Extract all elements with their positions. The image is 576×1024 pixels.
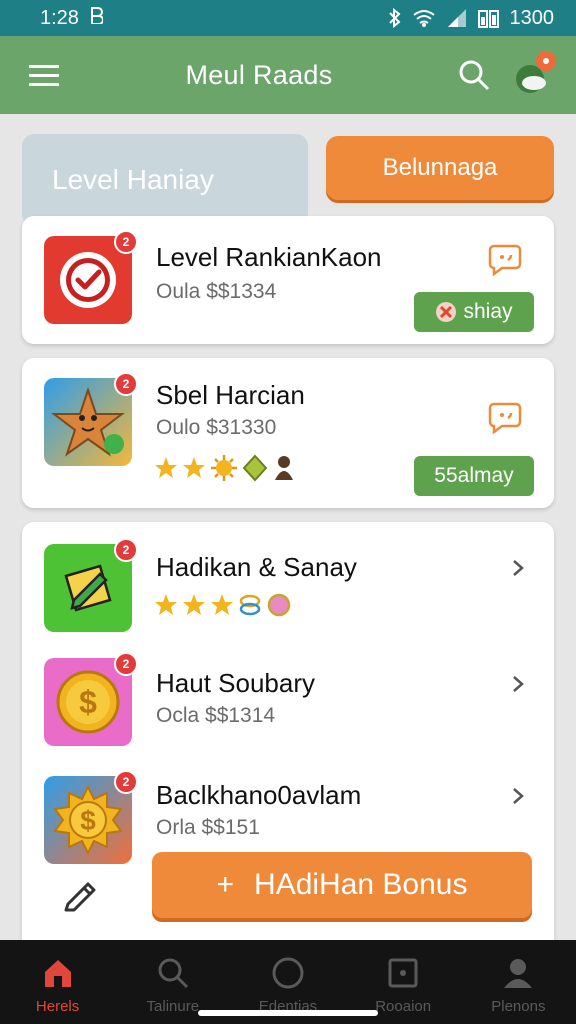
card-subtitle: Oulo $31330 — [156, 416, 277, 439]
claim-label: shiay — [463, 300, 513, 323]
count-badge: 2 — [114, 230, 138, 254]
rating-row — [154, 592, 292, 618]
nav-item-home[interactable]: Herels — [3, 956, 113, 1015]
nav-label: Rooaion — [375, 998, 432, 1015]
search-icon[interactable] — [454, 55, 494, 95]
gem-icon — [242, 454, 268, 482]
sun-coin-icon: $ 2 — [44, 770, 138, 864]
reward-card[interactable]: 2 Level RankianKaon Oula $$1334 shiay — [22, 216, 554, 344]
star-icon — [183, 594, 205, 615]
nav-item-circle[interactable]: Edentias — [233, 956, 343, 1015]
page-title: Meul Raads — [185, 59, 333, 90]
list-item-title[interactable]: Haut Soubary — [156, 668, 315, 699]
chevron-right-icon[interactable] — [508, 674, 528, 694]
profile-icon — [504, 959, 533, 988]
count-badge: 2 — [114, 372, 138, 396]
star-icon — [183, 457, 205, 478]
notification-dot — [535, 51, 556, 71]
list-item-subtitle: Orla $$151 — [156, 816, 260, 839]
star-icon — [155, 457, 177, 478]
app-header: Meul Raads — [0, 36, 576, 114]
dollar-coin-icon: $ 2 — [44, 652, 138, 746]
notification-icon — [89, 6, 104, 30]
svg-text:$: $ — [80, 805, 96, 836]
home-indicator — [198, 1010, 378, 1016]
count-badge: 2 — [114, 652, 138, 676]
nav-label: Talinure — [146, 998, 200, 1015]
wifi-icon — [412, 9, 436, 27]
rating-row — [154, 454, 296, 482]
level-label: Level Haniay — [52, 164, 214, 195]
avatar[interactable] — [514, 51, 556, 95]
orb-icon — [267, 593, 291, 617]
coin-stack-icon — [239, 594, 261, 616]
star-icon — [155, 594, 177, 615]
chat-icon[interactable] — [488, 242, 522, 276]
signal-icon — [446, 9, 468, 27]
battery-icon — [477, 8, 500, 28]
plus-icon: + — [216, 868, 235, 901]
status-time: 1:28 — [40, 6, 79, 29]
check-badge-icon: 2 — [44, 230, 138, 324]
level-tile[interactable]: Level Haniay — [22, 134, 308, 226]
pencil-icon[interactable] — [60, 874, 100, 914]
list-item-title[interactable]: Baclkhano0avlam — [156, 780, 361, 811]
nav-label: Herels — [35, 998, 80, 1015]
claim-button[interactable]: 55almay — [414, 456, 534, 496]
figure-icon — [275, 456, 293, 480]
list-item-title[interactable]: Hadikan & Sanay — [156, 552, 357, 583]
list-item-subtitle: Ocla $$1314 — [156, 704, 276, 727]
nav-item-profile[interactable]: Plenons — [463, 956, 573, 1015]
claim-button[interactable]: shiay — [414, 292, 534, 332]
circle-icon — [272, 957, 304, 989]
nav-label: Plenons — [491, 998, 546, 1015]
count-badge: 2 — [114, 770, 138, 794]
count-badge: 2 — [114, 538, 138, 562]
svg-text:$: $ — [79, 684, 97, 720]
coin-icon — [436, 302, 457, 322]
note-pencil-icon: 2 — [44, 538, 138, 632]
balance-button[interactable]: Belunnaga — [326, 136, 554, 200]
search-icon — [158, 958, 188, 989]
card-subtitle: Oula $$1334 — [156, 280, 277, 303]
reward-card[interactable]: 2 Sbel Harcian Oulo $31330 55almay — [22, 358, 554, 508]
bonus-label: HAdiHan Bonus — [254, 868, 468, 901]
nav-item-square[interactable]: Rooaion — [348, 956, 458, 1015]
chat-icon[interactable] — [488, 400, 522, 434]
bluetooth-icon — [388, 8, 402, 28]
chevron-right-icon[interactable] — [508, 786, 528, 806]
star-icon — [211, 594, 233, 615]
square-icon — [388, 958, 418, 988]
card-title: Level RankianKaon — [156, 242, 382, 272]
home-icon — [44, 960, 71, 987]
status-bar: 1:28 1300 — [0, 0, 576, 36]
sun-icon — [211, 455, 237, 481]
nav-item-search[interactable]: Talinure — [118, 956, 228, 1015]
chevron-right-icon[interactable] — [508, 558, 528, 578]
battery-text: 1300 — [509, 6, 555, 29]
menu-icon[interactable] — [24, 55, 64, 95]
star-character-icon: 2 — [44, 372, 138, 466]
bonus-button[interactable]: + HAdiHan Bonus — [152, 852, 532, 918]
card-title: Sbel Harcian — [156, 380, 305, 410]
